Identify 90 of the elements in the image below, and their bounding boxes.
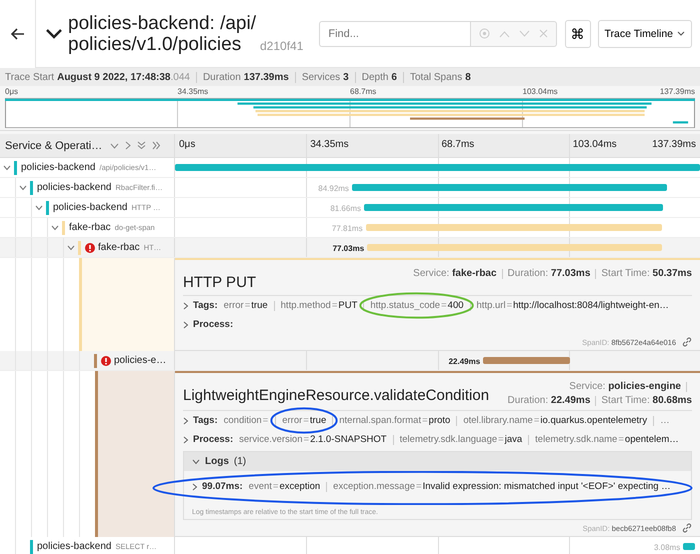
span-meta-item: Start Time: 80.68ms	[601, 395, 692, 406]
key-value-item: error=true	[282, 415, 326, 426]
service-name: policies-backend	[37, 541, 112, 552]
expand-chevron-icon[interactable]	[183, 302, 189, 310]
key-value-item: telemetry.sdk.name=opentelem…	[535, 434, 679, 445]
service-name: policies-backend	[21, 162, 96, 173]
toggle-chevron-icon[interactable]	[3, 164, 11, 170]
service-name: policies-backend	[53, 202, 128, 213]
timeline-tick-label: 0μs	[178, 139, 196, 150]
link-icon[interactable]	[682, 337, 692, 347]
logs-header[interactable]: Logs (1)	[184, 452, 691, 471]
trace-info-label: Duration	[202, 72, 241, 82]
timeline-tick-label: 68.7ms	[440, 139, 476, 150]
service-name: fake-rbac	[98, 242, 140, 253]
span-title: LightweightEngineResource.validateCondition	[183, 386, 490, 404]
trace-info-label: Trace Start	[5, 72, 54, 82]
span-meta-item: Service: policies-engine	[569, 381, 681, 392]
span-duration: 3.08ms	[654, 543, 682, 552]
trace-info-label: Depth	[362, 72, 388, 82]
span-duration: 22.49ms	[448, 357, 482, 366]
trace-info-value: 6	[391, 72, 397, 82]
timeline-tick-label: 34.35ms	[309, 139, 350, 150]
service-name: policies-backend	[37, 182, 112, 193]
key-value-item: service.version=2.1.0-SNAPSHOT	[239, 434, 387, 445]
section-toggle[interactable]: Process:	[193, 434, 234, 445]
toggle-chevron-icon[interactable]	[35, 204, 43, 210]
span-duration: 77.81ms	[332, 224, 364, 233]
expand-chevron-icon[interactable]	[183, 320, 189, 328]
expand-icon[interactable]	[125, 141, 132, 150]
key-value-item: http.status_code=400	[370, 300, 464, 311]
minimap-tick-label: 34.35ms	[178, 87, 208, 96]
minimap-tick-label: 137.39ms	[660, 87, 695, 96]
trace-info-value: 137.39ms	[244, 72, 289, 82]
toggle-chevron-icon[interactable]	[19, 184, 27, 190]
span-title: HTTP PUT	[183, 273, 256, 291]
span-duration: 77.03ms	[332, 244, 366, 253]
expand-all-icon[interactable]	[152, 141, 162, 150]
trace-info-value: 8	[465, 72, 471, 82]
expand-chevron-icon[interactable]	[183, 436, 189, 444]
section-toggle[interactable]: Tags:	[193, 415, 218, 426]
caret-icon	[677, 31, 685, 36]
section-toggle[interactable]: Tags:	[193, 300, 218, 311]
trace-info-value: 3	[343, 72, 349, 82]
shortcuts-button[interactable]: ⌘	[564, 20, 591, 48]
expand-chevron-icon[interactable]	[192, 482, 198, 490]
trace-id: d210f41	[260, 39, 304, 53]
span-bar[interactable]	[683, 543, 695, 550]
key-value-item: nternal.span.format=proto	[339, 415, 450, 426]
view-dropdown[interactable]: Trace Timeline	[598, 20, 692, 48]
trace-info-value: August 9 2022, 17:48:38.044	[57, 72, 190, 82]
toggle-chevron-icon[interactable]	[51, 224, 59, 230]
minimap-drawing[interactable]	[5, 98, 695, 128]
key-value-item: http.method=PUT	[280, 300, 358, 311]
log-time[interactable]: 99.07ms:	[202, 481, 243, 492]
minimap-tick-label: 103.04ms	[522, 87, 558, 96]
service-name: fake-rbac	[69, 222, 111, 233]
arrow-left-icon	[10, 28, 24, 40]
column-title: Service & Operati…	[5, 140, 102, 152]
key-value-item: otel.library.name=io.quarkus.opentelemetry	[463, 415, 648, 426]
minimap-tick-label: 68.7ms	[350, 87, 376, 96]
span-meta-item: Duration: 22.49ms	[508, 395, 590, 406]
trace-title: policies-backend: /api/ policies/v1.0/policies	[68, 12, 256, 54]
toggle-chevron-icon[interactable]	[67, 244, 75, 250]
span-row[interactable]: policies-e… 22.49ms	[0, 351, 700, 371]
span-meta-item: Start Time: 50.37ms	[601, 268, 692, 279]
timeline-tick-label: 137.39ms	[651, 139, 697, 150]
collapse-chevron-icon[interactable]	[46, 28, 62, 38]
span-duration: 81.66ms	[330, 204, 362, 213]
key-value-item: …	[660, 415, 670, 426]
collapse-all-icon[interactable]	[137, 141, 146, 150]
key-value-item: http.url=http://localhost:8084/lightweight-en…	[476, 300, 669, 311]
trace-info-label: Services	[302, 72, 340, 82]
key-value-item: condition=	[224, 415, 270, 426]
timeline-tick-label: 103.04ms	[572, 139, 618, 150]
span-duration: 84.92ms	[318, 184, 350, 193]
service-name: policies-e…	[114, 355, 166, 366]
span-meta-item: Service: fake-rbac	[413, 268, 497, 279]
minimap-tick-label: 0μs	[5, 87, 18, 96]
log-field: event=exception	[248, 481, 320, 492]
toggle-chevron-icon	[192, 458, 200, 464]
link-icon[interactable]	[682, 523, 692, 533]
section-toggle[interactable]: Process:	[193, 319, 234, 330]
find-field[interactable]: Find...	[319, 20, 470, 46]
span-meta-item: Duration: 77.03ms	[508, 268, 590, 279]
expand-chevron-icon[interactable]	[183, 416, 189, 424]
key-value-item: error=true	[224, 300, 268, 311]
trace-info-label: Total Spans	[410, 72, 462, 82]
key-value-item: telemetry.sdk.language=java	[400, 434, 522, 445]
collapse-icon[interactable]	[110, 142, 120, 148]
log-field: exception.message=Invalid expression: mismatched input '<EOF>' expecting …	[333, 481, 671, 492]
